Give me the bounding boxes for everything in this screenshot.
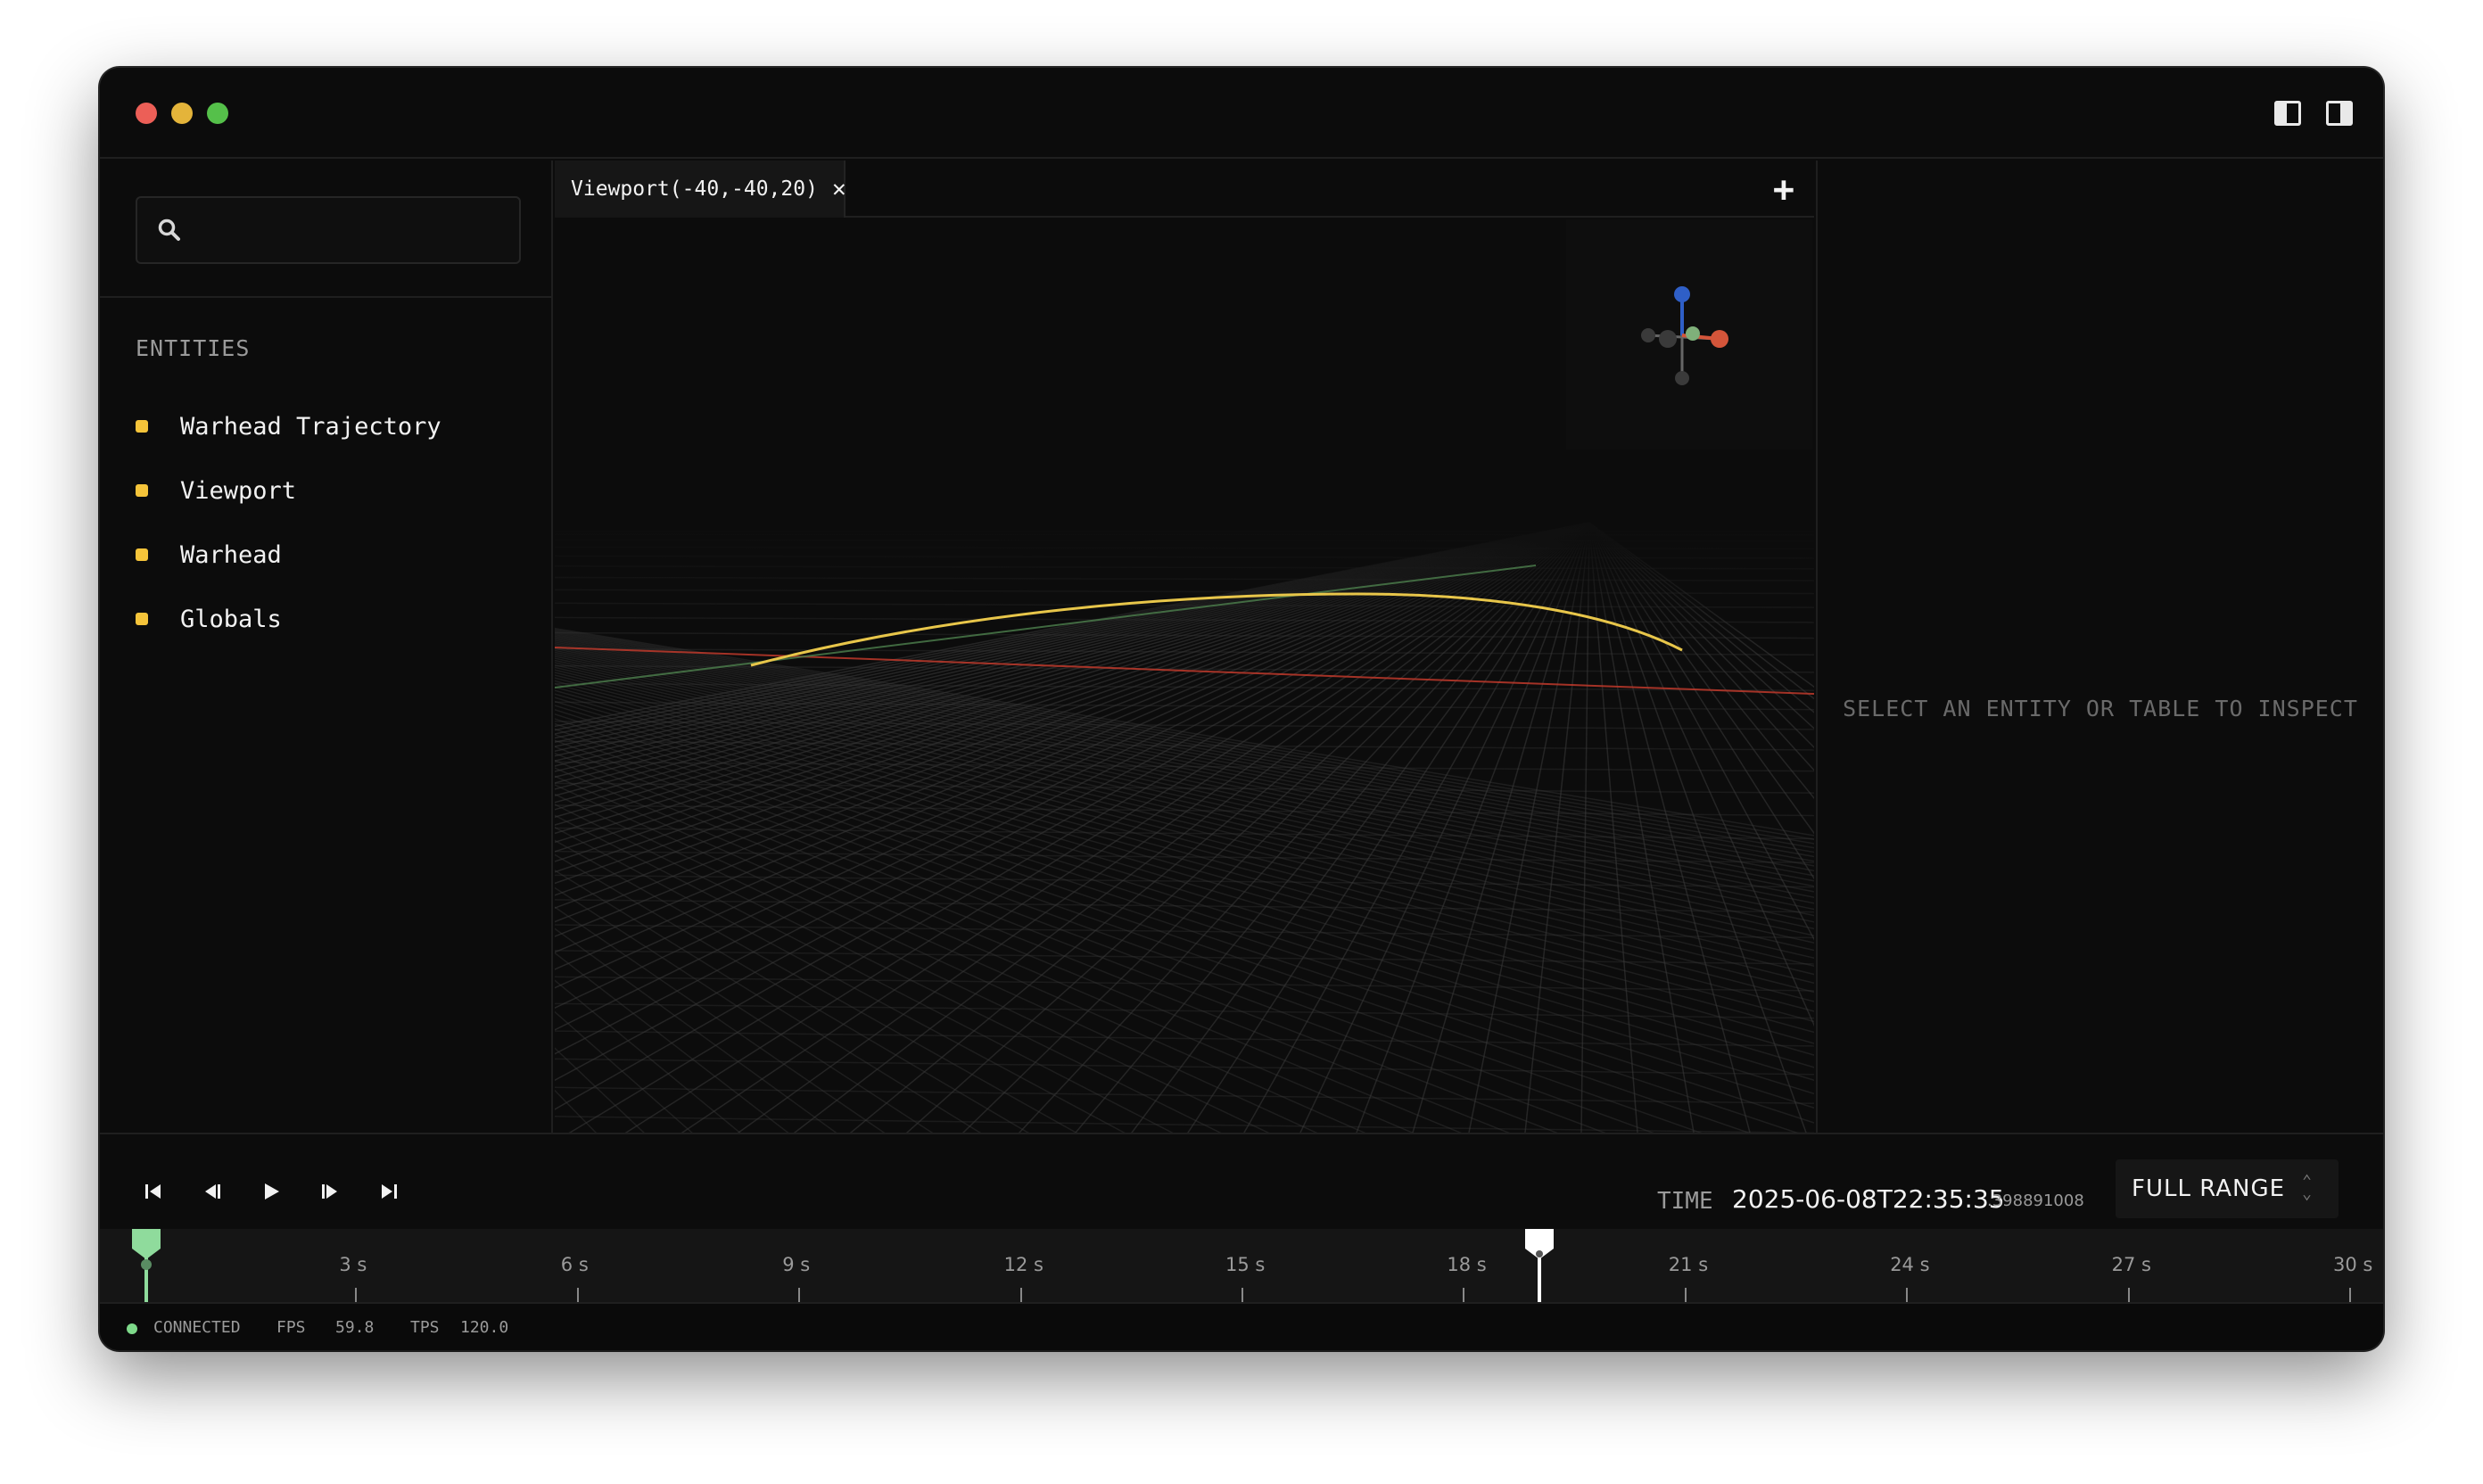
time-label: TIME	[1657, 1188, 1713, 1215]
entity-list: Warhead Trajectory Viewport Warhead Globals	[136, 394, 441, 651]
viewport-tab-bar: Viewport(-40,-40,20) ✕ +	[555, 161, 1814, 218]
grid-line	[555, 1030, 1814, 1047]
app-window: ENTITIES Warhead Trajectory Viewport Warhe…	[100, 68, 2383, 1350]
3d-viewport[interactable]	[555, 219, 1814, 1133]
inspector-panel: SELECT AN ENTITY OR TABLE TO INSPECT	[1816, 161, 2383, 1133]
search-icon	[158, 218, 180, 241]
status-bar: CONNECTED FPS 59.8 TPS 120.0	[100, 1302, 2383, 1350]
entity-label: Viewport	[180, 476, 297, 505]
tps-label: TPS	[410, 1318, 440, 1337]
connection-status: CONNECTED	[153, 1318, 241, 1337]
time-value: 2025-06-08T22:35:35	[1732, 1184, 2005, 1214]
gizmo-neg-z-handle[interactable]	[1675, 371, 1689, 385]
search-field[interactable]	[136, 196, 521, 264]
jump-to-start-button[interactable]	[134, 1172, 173, 1211]
add-tab-icon[interactable]: +	[1773, 169, 1794, 210]
range-start-knob	[141, 1259, 152, 1270]
entity-color-dot	[136, 548, 148, 561]
entity-label: Globals	[180, 605, 282, 633]
chevron-up-down-icon: ⌃ ⌄	[2302, 1172, 2312, 1203]
grid-line	[555, 899, 1814, 913]
gizmo-x-handle[interactable]	[1711, 330, 1728, 348]
list-item[interactable]: Viewport	[136, 458, 441, 523]
entity-label: Warhead Trajectory	[180, 412, 441, 441]
jump-to-end-button[interactable]	[369, 1172, 408, 1211]
range-select-label: FULL RANGE	[2132, 1175, 2286, 1202]
time-fraction: .398891008	[1987, 1191, 2084, 1210]
close-icon[interactable]: ✕	[832, 176, 846, 202]
tab-label: Viewport(-40,-40,20)	[571, 177, 818, 201]
entity-color-dot	[136, 613, 148, 625]
list-item[interactable]: Warhead Trajectory	[136, 394, 441, 458]
scene-canvas[interactable]	[555, 219, 1814, 1133]
entities-section-title: ENTITIES	[136, 335, 251, 361]
range-select[interactable]: FULL RANGE ⌃ ⌄	[2116, 1159, 2339, 1218]
maximize-window-button[interactable]	[207, 103, 228, 124]
list-item[interactable]: Globals	[136, 587, 441, 651]
skip-back-icon	[145, 1184, 161, 1199]
playhead-knob	[1536, 1250, 1543, 1257]
title-bar	[100, 68, 2383, 159]
orientation-gizmo[interactable]	[1641, 286, 1728, 385]
gizmo-y-handle[interactable]	[1686, 326, 1700, 341]
toggle-right-panel-icon[interactable]	[2326, 101, 2353, 126]
step-back-icon	[205, 1184, 220, 1199]
play-button[interactable]	[252, 1172, 291, 1211]
tab-viewport[interactable]: Viewport(-40,-40,20) ✕	[555, 161, 846, 218]
inspector-empty-message: SELECT AN ENTITY OR TABLE TO INSPECT	[1843, 696, 2358, 721]
play-icon	[265, 1183, 279, 1200]
skip-forward-icon	[382, 1184, 397, 1199]
timeline[interactable]: 3 s6 s9 s 12 s 15 s 18 s 21 s 24 s 27 s 30 s	[100, 1229, 2383, 1302]
search-input[interactable]	[194, 210, 507, 250]
fps-label: FPS	[276, 1318, 306, 1337]
minimize-window-button[interactable]	[171, 103, 193, 124]
gizmo-z-handle[interactable]	[1674, 286, 1690, 302]
step-forward-icon	[322, 1184, 337, 1199]
connection-status-dot	[127, 1323, 137, 1334]
gizmo-neg-y-handle[interactable]	[1659, 330, 1677, 348]
timeline-markers	[132, 1229, 1554, 1302]
fps-value: 59.8	[335, 1318, 375, 1337]
gizmo-neg-x-handle[interactable]	[1641, 328, 1655, 342]
list-item[interactable]: Warhead	[136, 523, 441, 587]
range-start-handle[interactable]	[132, 1229, 161, 1259]
toggle-left-panel-icon[interactable]	[2274, 101, 2301, 126]
horizon-fog	[555, 487, 1814, 639]
step-forward-button[interactable]	[310, 1172, 350, 1211]
tps-value: 120.0	[460, 1318, 509, 1337]
sidebar-divider	[100, 296, 551, 298]
entity-label: Warhead	[180, 540, 282, 569]
step-back-button[interactable]	[193, 1172, 232, 1211]
grid-line	[555, 924, 1814, 939]
grid-line	[555, 1116, 1814, 1133]
viewport-panel: Viewport(-40,-40,20) ✕ +	[555, 161, 1814, 1133]
entity-color-dot	[136, 420, 148, 433]
entities-sidebar: ENTITIES Warhead Trajectory Viewport Warhe…	[100, 161, 553, 1133]
close-window-button[interactable]	[136, 103, 157, 124]
entity-color-dot	[136, 484, 148, 497]
